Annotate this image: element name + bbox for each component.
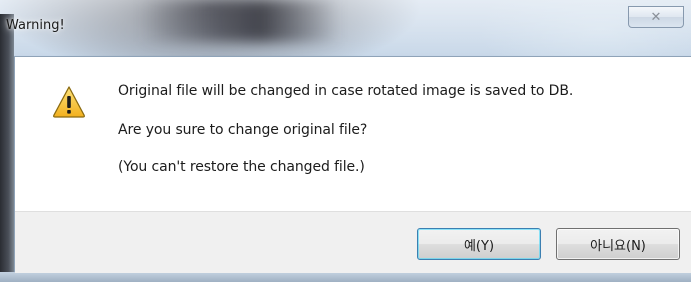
message-line-1: Original file will be changed in case ro… — [118, 83, 574, 99]
window-title: Warning! — [6, 18, 65, 33]
warning-icon — [53, 86, 85, 118]
no-button[interactable]: 아니요(N) — [556, 228, 680, 260]
window-bottom-border — [0, 272, 691, 282]
glass-highlight — [0, 0, 691, 55]
message-area: Original file will be changed in case ro… — [15, 57, 691, 211]
button-bar: 예(Y) 아니요(N) — [15, 211, 691, 273]
dialog-client-area: Original file will be changed in case ro… — [14, 56, 691, 273]
window-left-border — [0, 14, 14, 282]
dialog-window: Warning! ✕ Original file will be changed… — [0, 0, 691, 282]
glass-blur-background — [140, 0, 340, 42]
close-icon: ✕ — [650, 9, 662, 25]
message-line-3: (You can't restore the changed file.) — [118, 159, 365, 175]
yes-button[interactable]: 예(Y) — [417, 228, 541, 260]
message-line-2: Are you sure to change original file? — [118, 122, 368, 138]
close-button[interactable]: ✕ — [628, 6, 684, 28]
